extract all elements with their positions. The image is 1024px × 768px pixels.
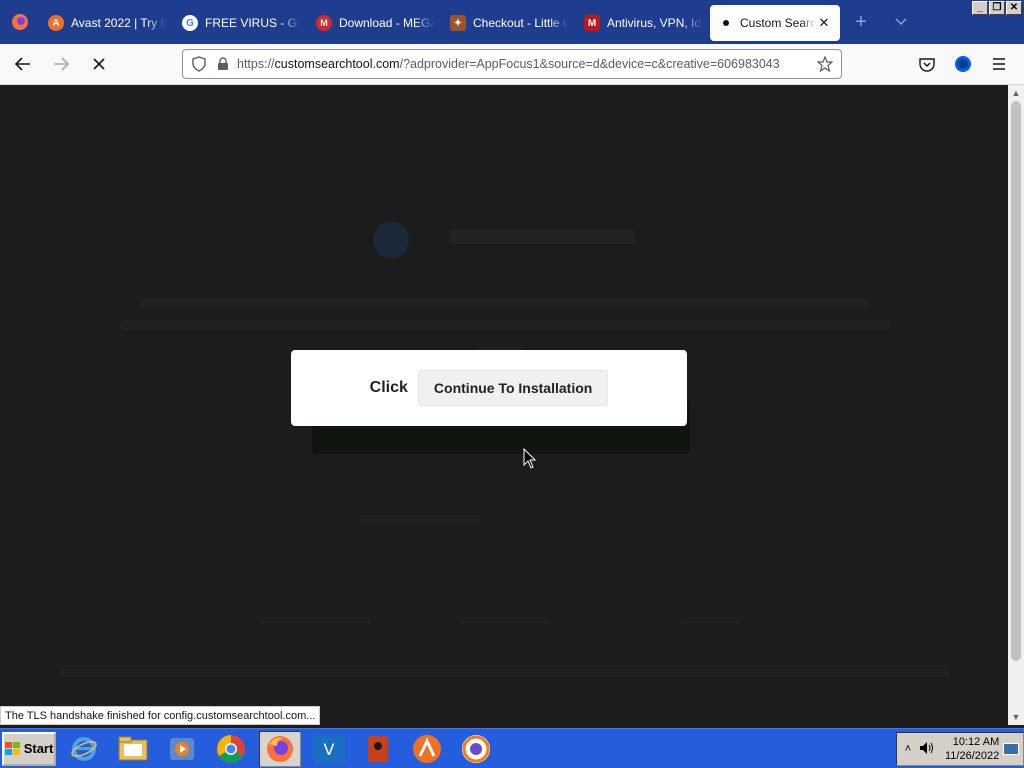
text-placeholder — [60, 665, 950, 677]
bookmark-star-icon[interactable] — [815, 54, 835, 74]
install-prompt-dialog: Click Continue To Installation — [291, 350, 687, 426]
tab-title: FREE VIRUS - Goog — [205, 16, 300, 30]
site-logo — [373, 222, 409, 258]
windows-logo-icon — [4, 741, 20, 755]
media-player-icon[interactable] — [161, 731, 203, 767]
tab-4[interactable]: M Antivirus, VPN, Ide — [576, 5, 710, 41]
loading-dot-icon — [723, 20, 729, 26]
hamburger-menu-icon[interactable] — [984, 49, 1014, 79]
close-icon[interactable]: ✕ — [1006, 1, 1022, 15]
url-host: customsearchtool.com — [274, 57, 400, 71]
text-placeholder — [680, 617, 740, 625]
mcafee-icon: M — [584, 15, 600, 31]
close-tab-icon[interactable]: ✕ — [816, 15, 832, 31]
text-placeholder — [360, 515, 480, 523]
tab-title: Custom Search T — [740, 16, 816, 30]
stop-loading-icon[interactable] — [84, 49, 114, 79]
tab-title: Avast 2022 | Try th — [71, 16, 166, 30]
mouse-cursor-icon — [523, 448, 537, 469]
site-name-placeholder — [450, 230, 635, 244]
tab-3[interactable]: ✦ Checkout - Little C — [442, 5, 576, 41]
window-controls: _ ❐ ✕ — [972, 1, 1022, 15]
start-label: Start — [23, 741, 54, 756]
tab-1[interactable]: G FREE VIRUS - Goog — [174, 5, 308, 41]
clock-date: 11/26/2022 — [945, 750, 1000, 762]
avast-secure-browser-icon[interactable] — [455, 731, 497, 767]
scroll-down-icon[interactable]: ▼ — [1008, 710, 1024, 724]
show-desktop-icon[interactable] — [1003, 743, 1020, 755]
toolbar-right — [912, 49, 1014, 79]
app-icon[interactable] — [357, 731, 399, 767]
url-text[interactable]: https://customsearchtool.com/?adprovider… — [237, 57, 815, 71]
file-explorer-icon[interactable] — [112, 731, 154, 767]
avast-icon[interactable] — [406, 731, 448, 767]
account-icon[interactable] — [948, 49, 978, 79]
tab-0[interactable]: A Avast 2022 | Try th — [40, 5, 174, 41]
back-arrow-icon[interactable] — [8, 49, 38, 79]
internet-explorer-icon[interactable] — [63, 731, 105, 767]
clock-time: 10:12 AM — [952, 736, 1000, 748]
minimize-icon[interactable]: _ — [972, 1, 988, 15]
text-placeholder — [260, 617, 370, 625]
tracking-shield-icon[interactable] — [189, 54, 209, 74]
click-label: Click — [369, 379, 408, 396]
text-placeholder — [140, 298, 870, 308]
restore-icon[interactable]: ❐ — [989, 1, 1005, 15]
tab-5[interactable]: Custom Search T ✕ — [710, 5, 840, 41]
firefox-icon[interactable] — [259, 730, 301, 767]
chrome-icon[interactable] — [210, 731, 252, 767]
url-scheme: https:// — [237, 57, 275, 71]
system-tray: ˄ 10:12 AM 11/26/2022 — [896, 732, 1024, 766]
address-bar[interactable]: https://customsearchtool.com/?adprovider… — [182, 49, 842, 79]
forward-arrow-icon[interactable] — [46, 49, 76, 79]
vertical-scrollbar[interactable]: ▲ ▼ — [1008, 85, 1024, 725]
new-tab-icon[interactable]: + — [846, 7, 876, 37]
firefox-menu-icon[interactable] — [0, 0, 40, 44]
status-bar: The TLS handshake finished for config.cu… — [0, 706, 321, 725]
clock[interactable]: 10:12 AM 11/26/2022 — [945, 735, 999, 763]
lock-icon[interactable] — [213, 54, 233, 74]
text-placeholder — [120, 320, 890, 330]
show-hidden-icons-icon[interactable]: ˄ — [901, 743, 915, 755]
tab-2[interactable]: M Download - MEGA — [308, 5, 442, 41]
scroll-up-icon[interactable]: ▲ — [1008, 86, 1024, 100]
tab-title: Download - MEGA — [339, 16, 434, 30]
mega-icon: M — [316, 15, 332, 31]
nav-bar: https://customsearchtool.com/?adprovider… — [0, 44, 1024, 85]
scrollbar-thumb[interactable] — [1011, 101, 1021, 661]
taskbar: Start V ˄ 10:12 AM 11/26/2022 — [0, 728, 1024, 768]
screen: A Avast 2022 | Try th G FREE VIRUS - Goo… — [0, 0, 1024, 768]
tab-strip: A Avast 2022 | Try th G FREE VIRUS - Goo… — [0, 0, 1024, 44]
tab-title: Antivirus, VPN, Ide — [607, 16, 702, 30]
chevron-down-icon[interactable] — [886, 7, 916, 37]
svg-text:V: V — [324, 740, 335, 759]
pocket-icon[interactable] — [912, 49, 942, 79]
continue-installation-button[interactable]: Continue To Installation — [417, 370, 609, 406]
start-button[interactable]: Start — [2, 731, 56, 766]
text-placeholder — [460, 617, 550, 625]
volume-icon[interactable] — [919, 741, 937, 758]
url-path: /?adprovider=AppFocus1&source=d&device=c… — [399, 57, 780, 71]
google-icon: G — [182, 15, 198, 31]
avast-icon: A — [48, 15, 64, 31]
checkout-site-icon: ✦ — [450, 15, 466, 31]
tab-title: Checkout - Little C — [473, 16, 568, 30]
vscode-icon[interactable]: V — [308, 731, 350, 767]
